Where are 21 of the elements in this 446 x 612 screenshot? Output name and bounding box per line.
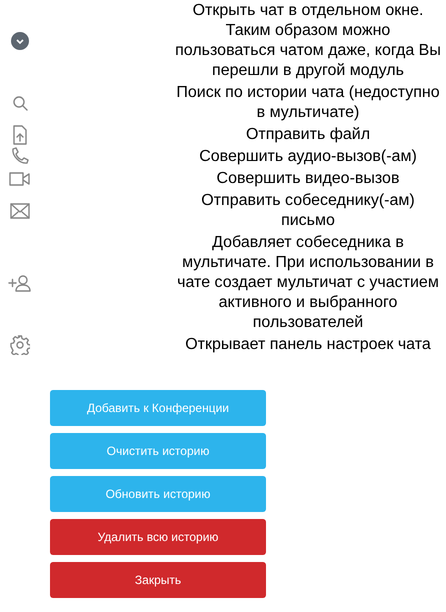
feature-description: Открывает панель настроек чата [184, 335, 432, 355]
feature-description: Поиск по истории чата (недоступно в мультичате) [175, 83, 441, 123]
action-button[interactable]: Обновить историю [50, 476, 266, 512]
video-camera-icon[interactable] [9, 171, 31, 187]
action-button[interactable]: Добавить к Конференции [50, 390, 266, 426]
chevron-icon[interactable] [11, 32, 29, 50]
add-user-icon[interactable] [8, 274, 32, 292]
feature-description: Отправить файл [244, 125, 372, 145]
search-icon[interactable] [12, 95, 28, 111]
feature-description: Совершить видео-вызов [216, 169, 400, 189]
feature-description: Добавляет собеседника в мультичате. При использовании в чате создает мультичат с участием активного и выбранного пользователей [176, 233, 440, 333]
file-upload-icon[interactable] [12, 125, 28, 145]
envelope-icon[interactable] [10, 203, 30, 219]
delete-button[interactable]: Удалить всю историю [50, 519, 266, 555]
action-button[interactable]: Очистить историю [50, 433, 266, 469]
delete-button[interactable]: Закрыть [50, 562, 266, 598]
feature-description: Совершить аудио-вызов(-ам) [198, 147, 418, 167]
feature-description: Открыть чат в отдельном окне. Таким образом можно пользоваться чатом даже, когда Вы перешли в другой модуль [174, 1, 442, 81]
gear-icon[interactable] [10, 335, 30, 355]
feature-description: Отправить собеседнику(-ам) письмо [200, 191, 416, 231]
phone-icon[interactable] [10, 147, 30, 167]
